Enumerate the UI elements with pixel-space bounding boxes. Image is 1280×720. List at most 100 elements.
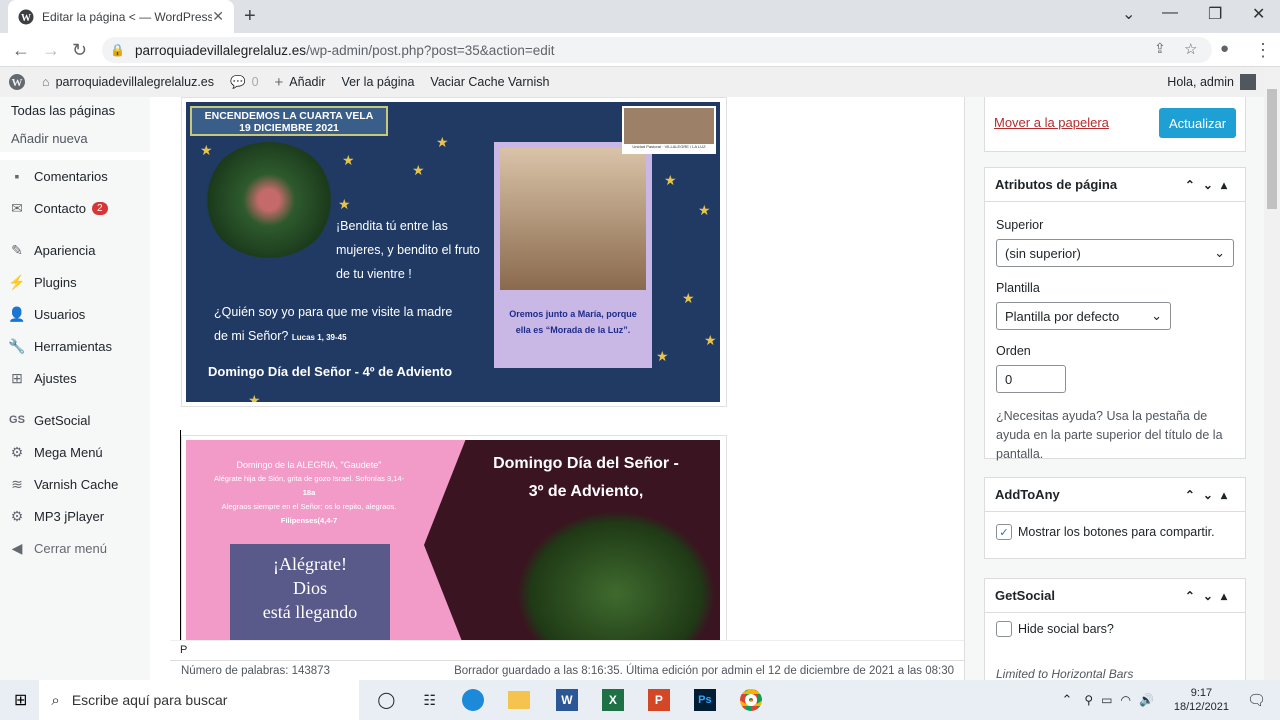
menu-item-varnish-cache[interactable]: ≋ Varnish Cache: [0, 468, 150, 500]
taskbar-search[interactable]: ⌕ Escribe aquí para buscar: [39, 680, 360, 720]
url-field[interactable]: 🔒 parroquiadevillalegrelaluz.es/wp-admin…: [102, 37, 1212, 63]
trash-link[interactable]: Mover a la papelera: [994, 115, 1109, 130]
order-input[interactable]: 0: [996, 365, 1066, 393]
close-tab-icon[interactable]: ✕: [212, 8, 224, 25]
advent-image-4[interactable]: ENCENDEMOS LA CUARTA VELA 19 DICIEMBRE 2…: [181, 97, 727, 407]
menu-item-comentarios[interactable]: ▪ Comentarios: [0, 160, 150, 192]
menu-item-contacto[interactable]: ✉ Contacto 2: [0, 192, 150, 224]
minimize-button[interactable]: —: [1162, 4, 1178, 22]
tray-up-icon[interactable]: ⌃: [1061, 692, 1072, 708]
parent-value: (sin superior): [1005, 245, 1081, 261]
task-view-icon[interactable]: ◯: [377, 690, 395, 710]
add-new-link[interactable]: + Añadir: [275, 74, 326, 91]
menu-item-label: Comentarios: [34, 168, 108, 184]
hide-social-checkbox[interactable]: [996, 621, 1012, 637]
menu-item-label: GetSocial: [34, 412, 91, 428]
comments-link[interactable]: 💬 0: [230, 75, 259, 90]
panel-controls[interactable]: ⌃⌄▴: [1185, 589, 1235, 603]
page-attributes-header[interactable]: Atributos de página ⌃⌄▴: [985, 168, 1245, 202]
share-checkbox[interactable]: ✓: [996, 524, 1012, 540]
avatar: [1240, 74, 1256, 90]
page-scrollbar[interactable]: [1264, 67, 1280, 680]
photoshop-icon[interactable]: Ps: [693, 689, 716, 711]
windows-start-icon[interactable]: ⊞: [14, 690, 27, 710]
advent-image-3[interactable]: Domingo de la ALEGRIA, "Gaudete" Alégrat…: [181, 435, 727, 640]
tab-search-icon[interactable]: ⌄: [1122, 4, 1135, 24]
addtoany-header[interactable]: AddToAny ⌃⌄▴: [985, 478, 1245, 512]
wrench-icon: 🔧: [8, 337, 26, 354]
forward-icon[interactable]: →: [42, 40, 60, 61]
gear-icon: ⚙: [10, 507, 24, 524]
excel-icon[interactable]: X: [601, 689, 624, 711]
wp-logo-icon[interactable]: W: [8, 73, 26, 91]
powerpoint-icon[interactable]: P: [647, 689, 670, 711]
sofonias-ref: 18a: [302, 488, 316, 497]
wp-admin-bar: W ⌂ parroquiadevillalegrelaluz.es 💬 0 + Aña…: [0, 67, 1264, 97]
new-tab-button[interactable]: +: [244, 5, 256, 28]
account-menu[interactable]: Hola, admin: [1167, 74, 1256, 90]
template-select[interactable]: Plantilla por defecto ⌄: [996, 302, 1171, 330]
parent-select[interactable]: (sin superior) ⌄: [996, 239, 1234, 267]
menu-item-cerrar-men-[interactable]: ◀ Cerrar menú: [0, 532, 150, 564]
wordpress-icon: W: [18, 9, 34, 24]
share-icon[interactable]: ⇪: [1154, 40, 1166, 57]
element-path: P: [170, 640, 964, 660]
menu-item-mega-men-[interactable]: ⚙ Mega Menú: [0, 436, 150, 468]
alegrate-card: ¡Alégrate! Dios está llegando: [230, 544, 390, 640]
panel-controls[interactable]: ⌃⌄▴: [1185, 178, 1235, 192]
menu-item-getsocial[interactable]: GS GetSocial: [0, 404, 150, 436]
menu-item-plugins[interactable]: ⚡ Plugins: [0, 266, 150, 298]
help-text: ¿Necesitas ayuda? Usa la pestaña de ayud…: [996, 409, 1223, 461]
settings-icon: ⊞: [11, 369, 23, 386]
dios-line: Dios: [292, 578, 327, 598]
profile-icon[interactable]: ●: [1220, 40, 1229, 57]
llegando-line: está llegando: [262, 602, 358, 622]
menu-item-usuarios[interactable]: 👤 Usuarios: [0, 298, 150, 330]
scrollbar-thumb[interactable]: [1267, 89, 1277, 209]
back-icon[interactable]: ←: [12, 40, 30, 61]
menu-item-mp3-jplayer[interactable]: ⚙ MP3 jPlayer: [0, 500, 150, 532]
lock-icon: 🔒: [110, 43, 125, 57]
submenu-all-pages[interactable]: Todas las páginas: [0, 97, 150, 124]
menu-dots-icon[interactable]: ⋮: [1254, 40, 1272, 61]
widgets-icon[interactable]: ☷: [423, 692, 436, 709]
clock[interactable]: 9:17 18/12/2021: [1174, 686, 1229, 714]
mail-icon: ✉: [11, 199, 23, 216]
menu-item-apariencia[interactable]: ✎ Apariencia: [0, 234, 150, 266]
chevron-down-icon: ⌄: [1214, 245, 1225, 260]
menu-item-label: Mega Menú: [34, 444, 103, 460]
reload-icon[interactable]: ↻: [72, 40, 87, 61]
clock-time: 9:17: [1190, 687, 1213, 699]
gs-icon: GS: [9, 414, 25, 426]
menu-item-herramientas[interactable]: 🔧 Herramientas: [0, 330, 150, 362]
getsocial-panel: GetSocial ⌃⌄▴ Hide social bars? Limited t…: [984, 578, 1246, 688]
clock-date: 18/12/2021: [1173, 701, 1229, 713]
bookmark-star-icon[interactable]: ☆: [1184, 40, 1197, 58]
view-page-link[interactable]: Ver la página: [341, 75, 414, 89]
getsocial-header[interactable]: GetSocial ⌃⌄▴: [985, 579, 1245, 613]
panel-controls[interactable]: ⌃⌄▴: [1185, 488, 1235, 502]
update-button[interactable]: Actualizar: [1159, 108, 1236, 138]
plugin-icon: ⚡: [8, 273, 26, 290]
site-name-link[interactable]: ⌂ parroquiadevillalegrelaluz.es: [42, 75, 214, 89]
chrome-icon[interactable]: [739, 689, 762, 711]
contact-count-badge: 2: [92, 201, 108, 215]
submenu-add-new[interactable]: Añadir nueva: [0, 124, 150, 152]
maximize-button[interactable]: ❐: [1208, 4, 1222, 24]
tab-title: Editar la página < — WordPress: [42, 9, 213, 24]
cache-label: Vaciar Cache Varnish: [430, 75, 550, 89]
url-path: /wp-admin/post.php?post=35&action=edit: [306, 42, 555, 58]
editor-canvas: ENCENDEMOS LA CUARTA VELA 19 DICIEMBRE 2…: [170, 97, 964, 640]
menu-item-ajustes[interactable]: ⊞ Ajustes: [0, 362, 150, 394]
file-explorer-icon[interactable]: [507, 691, 530, 709]
notification-icon[interactable]: 🗨: [1247, 691, 1266, 709]
edge-icon[interactable]: [461, 689, 484, 711]
purge-cache-link[interactable]: Vaciar Cache Varnish: [430, 75, 549, 89]
post-sidebar: Mover a la papelera Actualizar Atributos…: [964, 97, 1264, 688]
browser-tab[interactable]: W Editar la página < — WordPress ✕: [8, 0, 234, 33]
word-icon[interactable]: W: [555, 689, 578, 711]
heading-line-2: 3º de Adviento,: [528, 483, 644, 500]
image2-heading: Domingo Día del Señor - 3º de Adviento,: [466, 450, 706, 506]
comment-icon: ▪: [14, 168, 20, 184]
close-window-button[interactable]: ✕: [1252, 4, 1265, 24]
